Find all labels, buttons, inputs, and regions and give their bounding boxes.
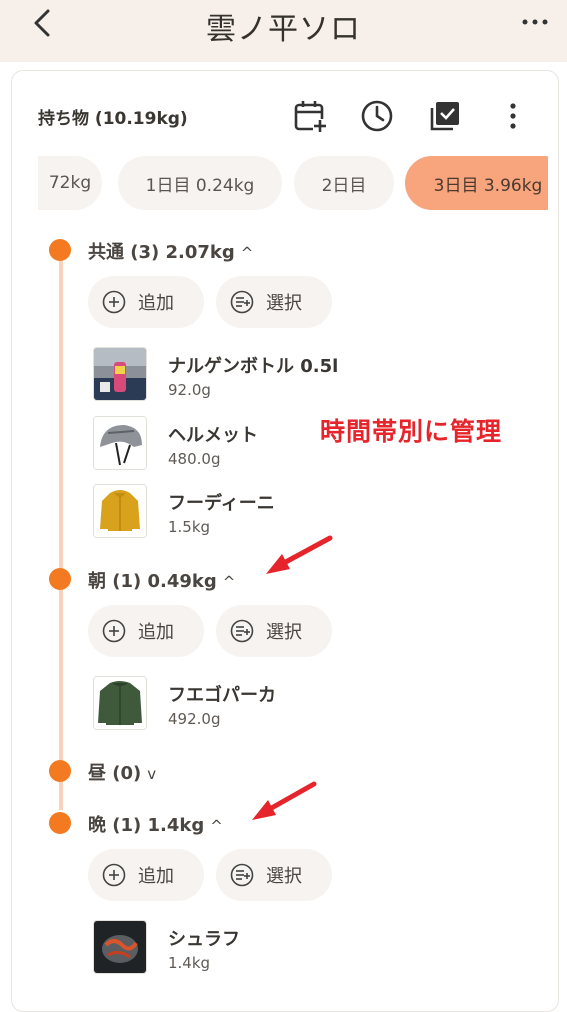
- item-name[interactable]: シュラフ: [168, 925, 240, 951]
- item-weight: 1.5kg: [168, 518, 211, 536]
- arrow-icon: [262, 534, 334, 578]
- select-button[interactable]: 選択: [216, 605, 332, 657]
- item-name[interactable]: ヘルメット: [168, 421, 258, 447]
- select-button[interactable]: 選択: [216, 276, 332, 328]
- list-add-icon: [230, 619, 254, 643]
- item-thumbnail: [93, 676, 147, 730]
- add-button[interactable]: 追加: [88, 849, 204, 901]
- plus-circle-icon: [102, 290, 126, 314]
- list-add-icon: [230, 863, 254, 887]
- annotation-text: 時間帯別に管理: [320, 417, 503, 446]
- day-tabs: 72kg 1日目 0.24kg 2日目 3日目 3.96kg: [38, 156, 548, 212]
- chevron-up-icon: ^: [222, 573, 236, 591]
- tab-day3[interactable]: 3日目 3.96kg: [405, 156, 548, 210]
- timeline-dot: [49, 568, 71, 590]
- item-thumbnail: [93, 416, 147, 470]
- item-name[interactable]: フエゴパーカ: [168, 681, 276, 707]
- chevron-down-icon: v: [147, 765, 157, 783]
- item-weight: 1.4kg: [168, 954, 211, 972]
- item-thumbnail: [93, 347, 147, 401]
- add-button[interactable]: 追加: [88, 276, 204, 328]
- chevron-up-icon: ^: [240, 244, 254, 262]
- more-horizontal-icon[interactable]: [520, 12, 550, 32]
- plus-circle-icon: [102, 619, 126, 643]
- add-button[interactable]: 追加: [88, 605, 204, 657]
- timeline-dot: [49, 239, 71, 261]
- section-title: 持ち物 (10.19kg): [38, 109, 188, 129]
- tab-day1[interactable]: 1日目 0.24kg: [118, 156, 282, 210]
- timeline-line: [59, 250, 63, 810]
- plus-circle-icon: [102, 863, 126, 887]
- item-thumbnail: [93, 920, 147, 974]
- page-title: 雲ノ平ソロ: [206, 12, 361, 47]
- item-name[interactable]: ナルゲンボトル 0.5l: [168, 352, 338, 378]
- checklist-icon[interactable]: [428, 99, 462, 133]
- item-thumbnail: [93, 484, 147, 538]
- arrow-icon: [248, 780, 318, 824]
- timeline-dot: [49, 760, 71, 782]
- top-bar: 雲ノ平ソロ: [0, 0, 567, 62]
- clock-icon[interactable]: [360, 99, 394, 133]
- select-button[interactable]: 選択: [216, 849, 332, 901]
- chevron-up-icon: ^: [210, 817, 223, 835]
- timeline-dot: [49, 812, 71, 834]
- group-header-morning[interactable]: 朝 (1) 0.49kg ^: [88, 567, 235, 593]
- more-vertical-icon[interactable]: [500, 99, 526, 133]
- item-weight: 92.0g: [168, 381, 211, 399]
- group-header-evening[interactable]: 晩 (1) 1.4kg ^: [88, 811, 223, 837]
- group-header-common[interactable]: 共通 (3) 2.07kg ^: [88, 238, 253, 264]
- item-weight: 492.0g: [168, 710, 221, 728]
- calendar-add-icon[interactable]: [293, 99, 327, 133]
- tab-total[interactable]: 72kg: [38, 156, 102, 210]
- item-weight: 480.0g: [168, 450, 221, 468]
- group-header-noon[interactable]: 昼 (0) v: [88, 759, 156, 785]
- item-name[interactable]: フーディーニ: [168, 489, 275, 515]
- tab-day2[interactable]: 2日目: [294, 156, 394, 210]
- list-add-icon: [230, 290, 254, 314]
